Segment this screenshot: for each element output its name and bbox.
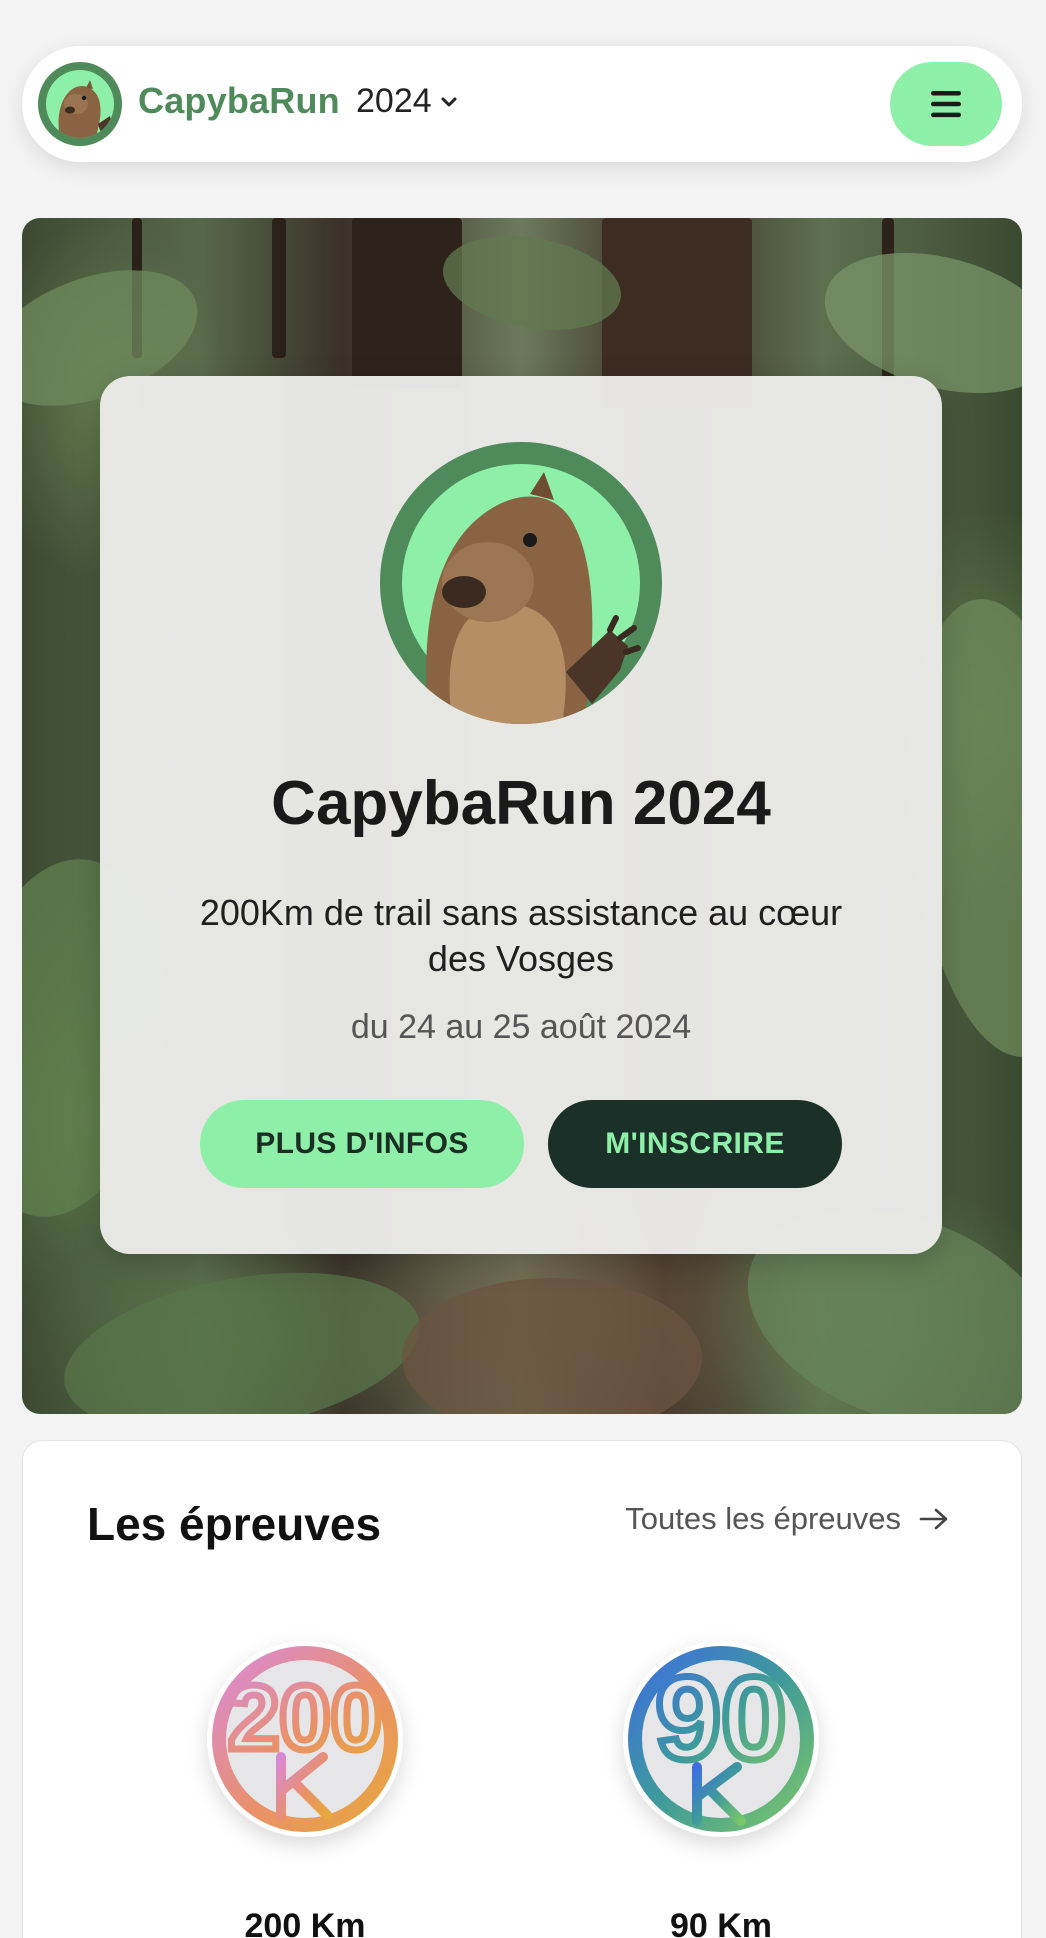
hero-banner: CapybaRun 2024 200Km de trail sans assis… <box>22 218 1022 1414</box>
event-label-200k: 200 Km <box>244 1907 366 1938</box>
logo-avatar[interactable] <box>38 62 122 146</box>
svg-text:90: 90 <box>655 1653 786 1785</box>
capybara-mascot-icon <box>426 472 641 724</box>
hero-card: CapybaRun 2024 200Km de trail sans assis… <box>100 376 942 1254</box>
event-date: du 24 au 25 août 2024 <box>350 1008 692 1046</box>
events-title: Les épreuves <box>87 1498 382 1550</box>
register-button[interactable]: M'INSCRIRE <box>548 1100 842 1188</box>
year-selector-value: 2024 <box>356 82 432 120</box>
hamburger-menu-icon <box>931 91 961 118</box>
events-section: Les épreuves Toutes les épreuves 200 200… <box>22 1440 1022 1938</box>
more-info-button[interactable]: PLUS D'INFOS <box>200 1100 524 1188</box>
brand-name[interactable]: CapybaRun <box>138 80 340 122</box>
svg-text:200: 200 <box>228 1667 382 1769</box>
event-card-200k[interactable]: 200 200 Km <box>185 1641 425 1938</box>
200k-badge-icon: 200 <box>207 1641 403 1837</box>
capybara-logo-icon <box>46 70 114 138</box>
chevron-down-icon <box>441 97 457 106</box>
event-label-90k: 90 Km <box>669 1907 773 1938</box>
all-events-link-label: Toutes les épreuves <box>625 1501 901 1536</box>
event-card-90k[interactable]: 90 90 Km <box>601 1641 841 1938</box>
hero-description: 200Km de trail sans assistance au cœur d… <box>199 892 843 979</box>
navbar: CapybaRun 2024 <box>22 46 1022 162</box>
arrow-right-icon <box>919 1508 948 1530</box>
hero-avatar <box>380 442 662 724</box>
all-events-link[interactable]: Toutes les épreuves <box>625 1501 949 1537</box>
page: CapybaRun 2024 CapybaRun 2024 200Km de t… <box>0 0 1046 1938</box>
year-selector[interactable]: 2024 <box>356 82 458 121</box>
hero-title: CapybaRun 2024 <box>271 769 771 838</box>
menu-button[interactable] <box>890 62 1002 146</box>
90k-badge-icon: 90 <box>623 1641 819 1837</box>
